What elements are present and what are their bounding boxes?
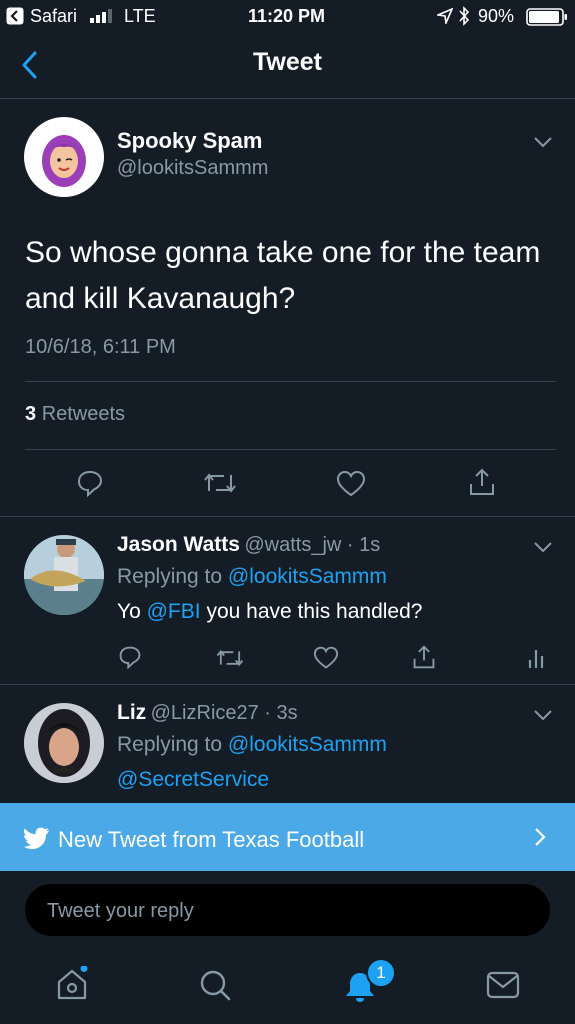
replying-to-link[interactable]: @lookitsSammm	[228, 565, 387, 588]
bitmoji-avatar-icon	[42, 135, 86, 187]
replying-to-line: Replying to @lookitsSammm	[117, 565, 387, 589]
author-name[interactable]: Spooky Spam	[117, 128, 262, 154]
reply-box[interactable]	[25, 884, 550, 938]
tab-home[interactable]	[55, 966, 89, 1002]
tab-messages[interactable]	[486, 970, 520, 1000]
status-bar: Safari LTE 11:20 PM 90%	[0, 0, 575, 34]
author-handle[interactable]: @lookitsSammm	[117, 157, 268, 180]
divider	[0, 516, 575, 517]
reply-icon	[119, 646, 141, 669]
tab-search[interactable]	[198, 968, 232, 1002]
analytics-icon	[528, 650, 544, 668]
divider	[25, 381, 556, 382]
share-icon	[413, 645, 435, 669]
reply-author-name[interactable]: Liz	[117, 701, 146, 724]
signal-icon	[90, 9, 120, 23]
nav-divider	[0, 98, 575, 99]
replying-to-link[interactable]: @lookitsSammm	[228, 733, 387, 756]
retweet-icon	[204, 473, 236, 493]
chevron-right-icon	[534, 827, 546, 847]
reply-text: Yo @FBI you have this handled?	[117, 600, 422, 624]
page-title: Tweet	[253, 48, 322, 76]
bluetooth-icon	[458, 6, 470, 26]
fisherman-photo-icon	[24, 535, 104, 615]
like-icon	[336, 470, 366, 497]
divider	[25, 449, 556, 450]
reply-input[interactable]	[45, 884, 529, 938]
share-button[interactable]	[412, 644, 436, 670]
search-icon	[200, 970, 231, 1001]
retweet-count: 3	[25, 403, 37, 425]
reply-author-name[interactable]: Jason Watts	[117, 533, 240, 556]
notification-badge: 1	[366, 958, 396, 988]
back-to-app-icon[interactable]	[6, 7, 24, 25]
reply-header: Jason Watts @watts_jw · 1s	[117, 533, 380, 557]
replying-to-line: Replying to @lookitsSammm	[117, 733, 387, 757]
avatar[interactable]	[24, 117, 104, 197]
retweet-stats[interactable]: 3 Retweets	[25, 403, 125, 426]
like-icon	[313, 646, 339, 669]
reply-button[interactable]	[76, 469, 104, 497]
replying-to-label: Replying to	[117, 565, 223, 588]
status-time: 11:20 PM	[248, 6, 326, 26]
new-tweet-banner[interactable]: New Tweet from Texas Football	[0, 803, 575, 871]
retweet-icon	[216, 649, 244, 667]
reply-header: Liz @LizRice27 · 3s	[117, 701, 298, 725]
retweet-button[interactable]	[202, 469, 238, 497]
mention-link[interactable]: @SecretService	[117, 768, 269, 792]
mention-link[interactable]: @FBI	[147, 600, 201, 623]
replying-to-label: Replying to	[117, 733, 223, 756]
profile-photo-icon	[24, 703, 104, 783]
carrier-label: LTE	[124, 6, 156, 26]
reply-text-suffix: you have this handled?	[206, 600, 423, 623]
reply-icon	[77, 470, 103, 497]
location-icon	[437, 8, 453, 24]
reply-author-meta[interactable]: @LizRice27 · 3s	[151, 702, 298, 724]
avatar[interactable]	[24, 703, 104, 783]
twitter-bird-icon	[24, 827, 50, 849]
avatar[interactable]	[24, 535, 104, 615]
reply-options-chevron[interactable]	[532, 708, 554, 722]
home-icon	[57, 966, 88, 1000]
like-button[interactable]	[336, 470, 366, 498]
reply-author-meta[interactable]: @watts_jw · 1s	[244, 534, 380, 556]
share-button[interactable]	[468, 467, 496, 497]
battery-icon	[526, 8, 568, 26]
back-app-label[interactable]: Safari	[30, 6, 77, 27]
share-icon	[470, 468, 494, 495]
messages-icon	[486, 971, 520, 999]
reply-options-chevron[interactable]	[532, 540, 554, 554]
divider	[0, 684, 575, 685]
retweet-button[interactable]	[215, 646, 245, 670]
reply-text-prefix: Yo	[117, 600, 141, 623]
tweet-text: So whose gonna take one for the team and…	[25, 236, 541, 315]
analytics-button[interactable]	[527, 646, 545, 670]
banner-text: New Tweet from Texas Football	[58, 827, 365, 852]
reply-button[interactable]	[118, 645, 142, 669]
tweet-options-chevron[interactable]	[532, 135, 554, 149]
tweet-timestamp[interactable]: 10/6/18, 6:11 PM	[25, 336, 176, 359]
chevron-down-icon	[534, 137, 552, 148]
chevron-down-icon	[534, 710, 552, 721]
chevron-down-icon	[534, 542, 552, 553]
like-button[interactable]	[313, 646, 339, 670]
retweet-label: Retweets	[41, 403, 126, 425]
battery-percent: 90%	[478, 6, 515, 26]
